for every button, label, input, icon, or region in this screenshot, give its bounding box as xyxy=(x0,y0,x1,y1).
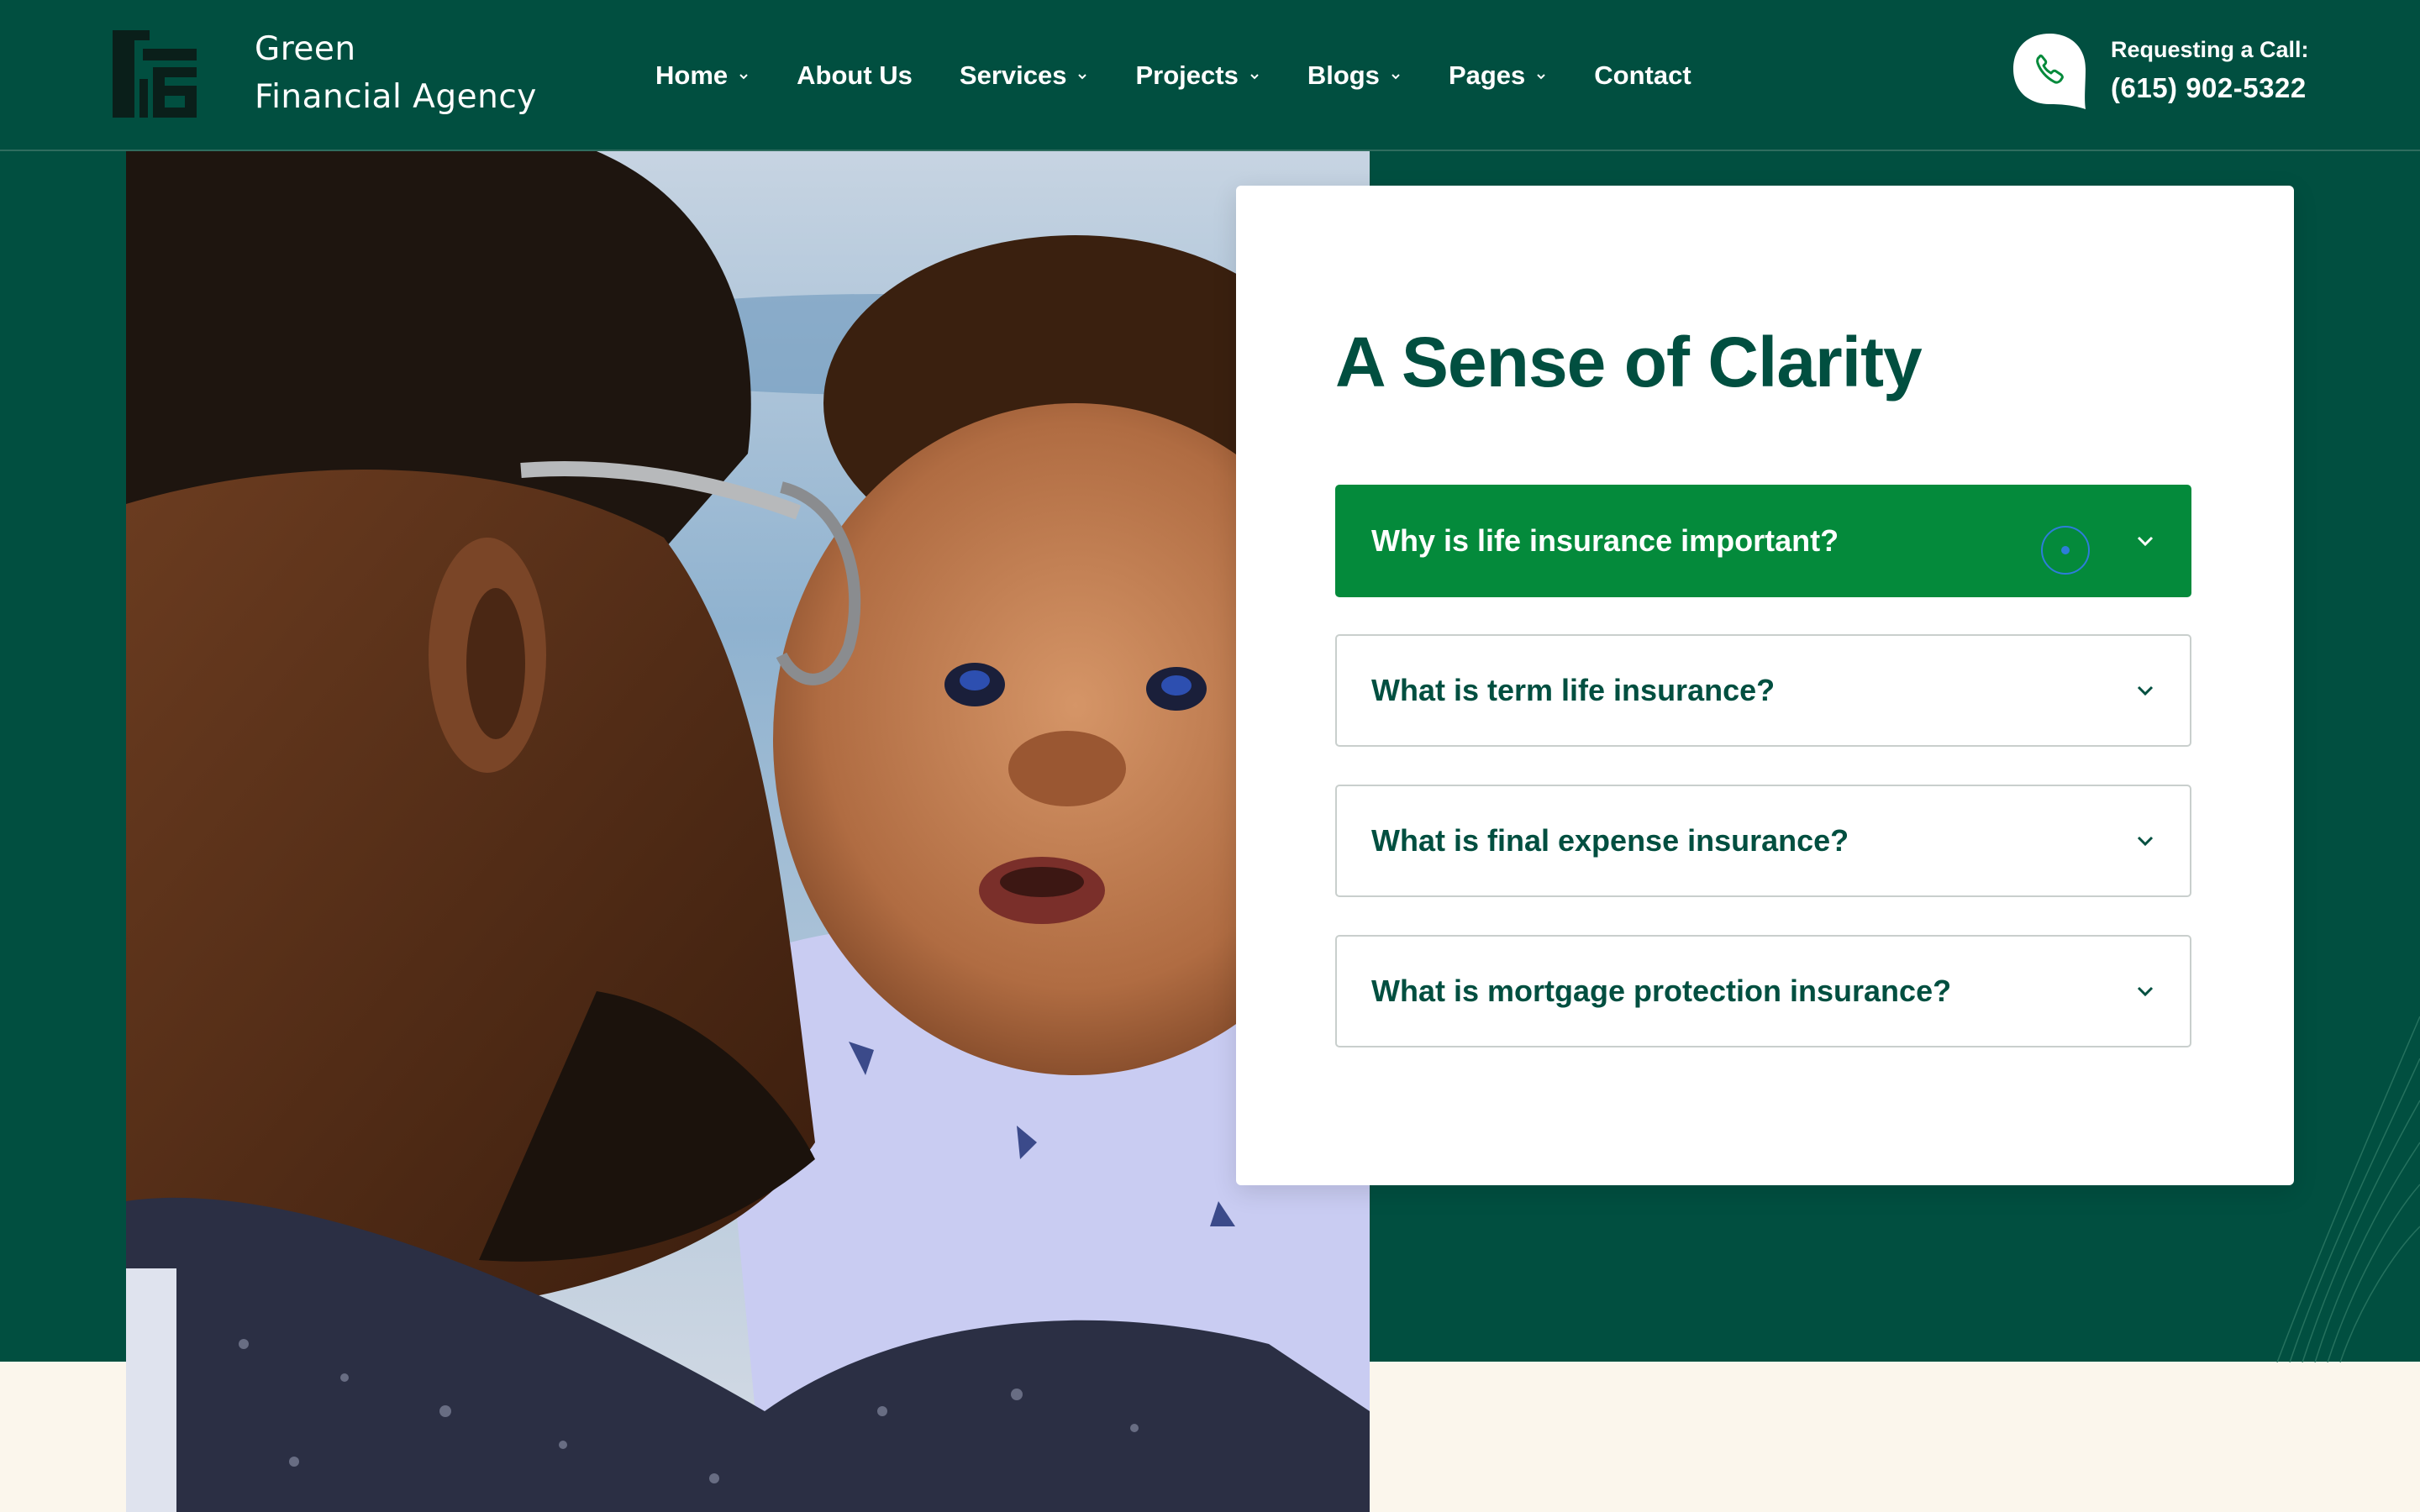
brand-name[interactable]: Green Financial Agency xyxy=(255,25,537,121)
main-nav: Home About Us Services Projects Blogs Pa… xyxy=(655,52,1739,99)
section-title: A Sense of Clarity xyxy=(1335,323,1923,402)
chevron-down-icon xyxy=(1392,74,1400,80)
faq-item-final-expense[interactable]: What is final expense insurance? xyxy=(1335,785,2191,897)
site-header: Green Financial Agency Home About Us Ser… xyxy=(0,0,2420,151)
cursor-dot-indicator xyxy=(2061,546,2070,554)
brand-name-line1: Green xyxy=(255,30,356,68)
call-number[interactable]: (615) 902-5322 xyxy=(2111,72,2307,104)
chevron-down-icon xyxy=(1537,74,1545,80)
phone-icon[interactable] xyxy=(2012,32,2087,111)
nav-item-label: About Us xyxy=(797,60,913,90)
nav-item-about-us[interactable]: About Us xyxy=(797,60,913,91)
nav-item-label: Services xyxy=(959,60,1067,90)
nav-item-label: Blogs xyxy=(1307,60,1380,90)
logo-mark-icon[interactable] xyxy=(109,27,198,121)
chevron-down-icon[interactable] xyxy=(2134,830,2156,852)
nav-item-blogs[interactable]: Blogs xyxy=(1307,60,1402,91)
nav-item-label: Contact xyxy=(1594,60,1691,90)
faq-item-mortgage-protection[interactable]: What is mortgage protection insurance? xyxy=(1335,935,2191,1047)
chevron-down-icon xyxy=(739,74,748,80)
chevron-down-icon xyxy=(1250,74,1259,80)
faq-question: What is term life insurance? xyxy=(1371,673,1776,707)
nav-item-home[interactable]: Home xyxy=(655,60,750,91)
chevron-down-icon[interactable] xyxy=(2134,980,2156,1002)
chevron-down-icon[interactable] xyxy=(2134,530,2156,552)
nav-item-label: Projects xyxy=(1135,60,1239,90)
nav-item-contact[interactable]: Contact xyxy=(1594,60,1691,91)
nav-item-label: Pages xyxy=(1448,60,1526,90)
faq-question: Why is life insurance important? xyxy=(1371,523,1839,558)
brand-name-line2: Financial Agency xyxy=(255,78,537,116)
call-label: Requesting a Call: xyxy=(2111,37,2309,62)
faq-question: What is mortgage protection insurance? xyxy=(1371,974,1952,1008)
nav-item-projects[interactable]: Projects xyxy=(1135,60,1260,91)
nav-item-pages[interactable]: Pages xyxy=(1449,60,1547,91)
hero-photo xyxy=(126,151,1370,1512)
faq-item-term-life[interactable]: What is term life insurance? xyxy=(1335,634,2191,747)
chevron-down-icon[interactable] xyxy=(2134,680,2156,701)
chevron-down-icon xyxy=(1078,74,1087,80)
nav-item-label: Home xyxy=(655,60,729,90)
faq-card: A Sense of Clarity Why is life insurance… xyxy=(1236,186,2294,1185)
faq-item-life-insurance-importance[interactable]: Why is life insurance important? xyxy=(1335,485,2191,597)
faq-question: What is final expense insurance? xyxy=(1371,823,1849,858)
nav-item-services[interactable]: Services xyxy=(960,60,1089,91)
